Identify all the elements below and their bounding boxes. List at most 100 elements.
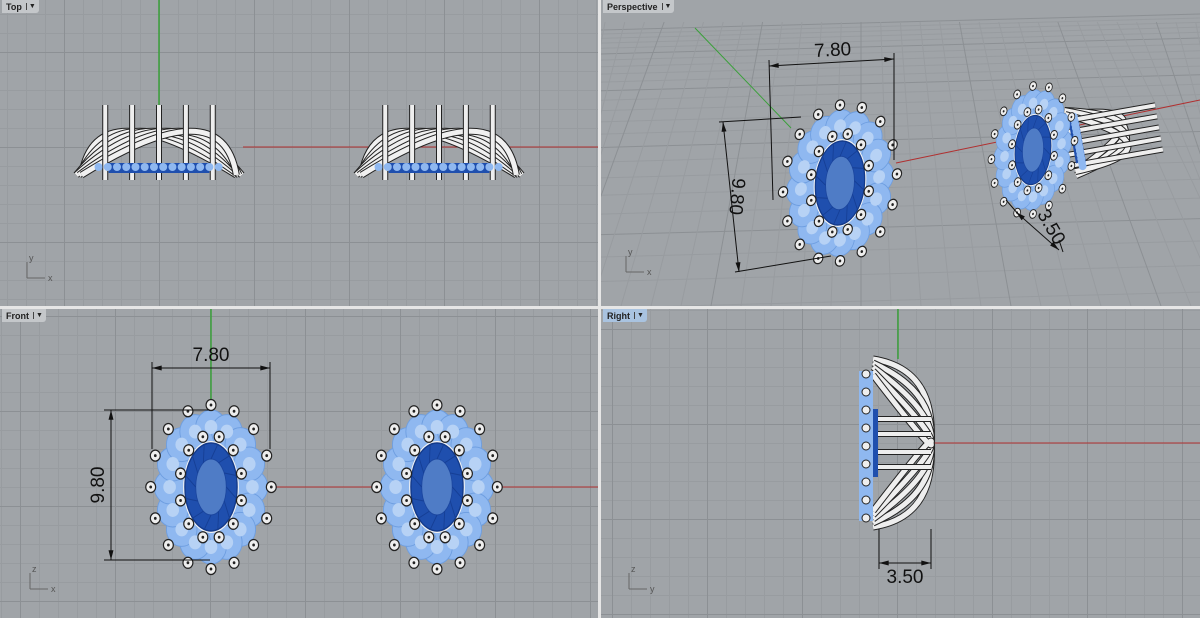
viewport-top[interactable]: Top ▼ xy (0, 0, 598, 306)
prong (167, 427, 170, 431)
halo-diamond (177, 163, 186, 171)
viewport-perspective[interactable]: Perspective ▼ 7.80 9.80 3.50 x y (601, 0, 1200, 306)
halo-diamond (383, 163, 392, 171)
earring-side (859, 355, 935, 531)
prong (187, 448, 191, 452)
front-view-canvas[interactable]: 7.80 9.80 x z (0, 309, 598, 618)
dimension-text: 3.50 (1032, 206, 1069, 249)
prong (427, 535, 431, 539)
diamond-table (472, 480, 485, 494)
halo-diamond (457, 163, 466, 171)
viewport-label-perspective[interactable]: Perspective ▼ (603, 0, 675, 13)
prong (209, 567, 213, 571)
viewport-label-top[interactable]: Top ▼ (2, 0, 39, 13)
prong (240, 498, 243, 502)
chevron-down-icon[interactable]: ▼ (634, 312, 644, 319)
dimension-arrow (879, 560, 889, 566)
prong (861, 369, 871, 379)
halo-diamond (186, 163, 195, 171)
prong (491, 454, 495, 458)
viewport-label-front[interactable]: Front ▼ (2, 309, 46, 322)
viewport-title: Front (6, 310, 29, 321)
dimension-arrow (735, 262, 741, 272)
depth-dimension: 3.50 (878, 529, 932, 588)
prong (861, 441, 871, 451)
prong (201, 435, 205, 439)
halo-diamond (122, 163, 131, 171)
chevron-down-icon[interactable]: ▼ (661, 3, 671, 10)
prong (457, 448, 461, 452)
gizmo-label: y (628, 247, 633, 257)
viewport-right[interactable]: Right ▼ 3.50 y z (601, 309, 1200, 618)
diamond-table (389, 480, 402, 494)
prong (861, 387, 871, 397)
prong (405, 472, 408, 476)
stone-table (195, 458, 227, 516)
halo-diamond (402, 163, 411, 171)
halo-diamond (448, 163, 457, 171)
prong (187, 522, 191, 526)
gizmo-label: x (48, 273, 53, 283)
prong (861, 405, 871, 415)
earring-gallery (73, 105, 245, 180)
halo-diamond (140, 163, 149, 171)
prong (861, 423, 871, 433)
prong (149, 485, 153, 489)
prong (393, 427, 396, 431)
prong (379, 454, 383, 458)
diamond-table (163, 480, 176, 494)
earring (371, 398, 503, 576)
top-view-canvas[interactable]: xy (0, 0, 598, 306)
prong (443, 535, 447, 539)
prong (413, 448, 417, 452)
viewport-title: Perspective (607, 1, 658, 12)
halo-diamond (494, 163, 503, 171)
halo-diamond (196, 163, 205, 171)
halo-diamond (429, 163, 438, 171)
halo-diamond (131, 163, 140, 171)
prong (861, 495, 871, 505)
prong (179, 498, 182, 502)
y-axis (694, 27, 792, 129)
prong (412, 561, 416, 565)
prong (375, 485, 379, 489)
prong (458, 409, 462, 413)
dimension-arrow (108, 550, 114, 560)
prong (379, 516, 383, 520)
chevron-down-icon[interactable]: ▼ (33, 312, 43, 319)
gizmo-label: x (647, 267, 652, 277)
viewport-front[interactable]: Front ▼ 7.80 9.80 x z (0, 309, 598, 618)
diamond-table (204, 540, 218, 554)
prong (861, 477, 871, 487)
diamond-table (246, 480, 259, 494)
halo-diamond (168, 163, 177, 171)
stone-table (421, 458, 453, 516)
prong (186, 561, 190, 565)
chevron-down-icon[interactable]: ▼ (25, 3, 36, 10)
halo-diamond (149, 163, 158, 171)
prong (491, 516, 495, 520)
extension-line (718, 116, 802, 123)
halo-diamond (466, 163, 475, 171)
halo-diamond (103, 163, 112, 171)
gizmo-label: z (32, 564, 37, 574)
prong (252, 427, 255, 431)
perspective-view-canvas[interactable]: 7.80 9.80 3.50 x y (601, 0, 1200, 306)
viewport-label-right[interactable]: Right ▼ (603, 309, 647, 322)
viewport-title: Right (607, 310, 630, 321)
dimension-arrow (721, 122, 727, 132)
prong (179, 472, 182, 476)
prong (478, 543, 481, 547)
right-view-canvas[interactable]: 3.50 y z (601, 309, 1200, 618)
earring-gallery (1061, 102, 1164, 179)
prong (265, 516, 269, 520)
earring-gallery (353, 105, 525, 180)
prong (861, 459, 871, 469)
prong (232, 409, 236, 413)
prong (478, 427, 481, 431)
halo-diamond (94, 163, 103, 171)
gizmo-label: y (29, 253, 34, 263)
prong (252, 543, 255, 547)
prong (217, 535, 221, 539)
gizmo-label: y (650, 584, 655, 594)
